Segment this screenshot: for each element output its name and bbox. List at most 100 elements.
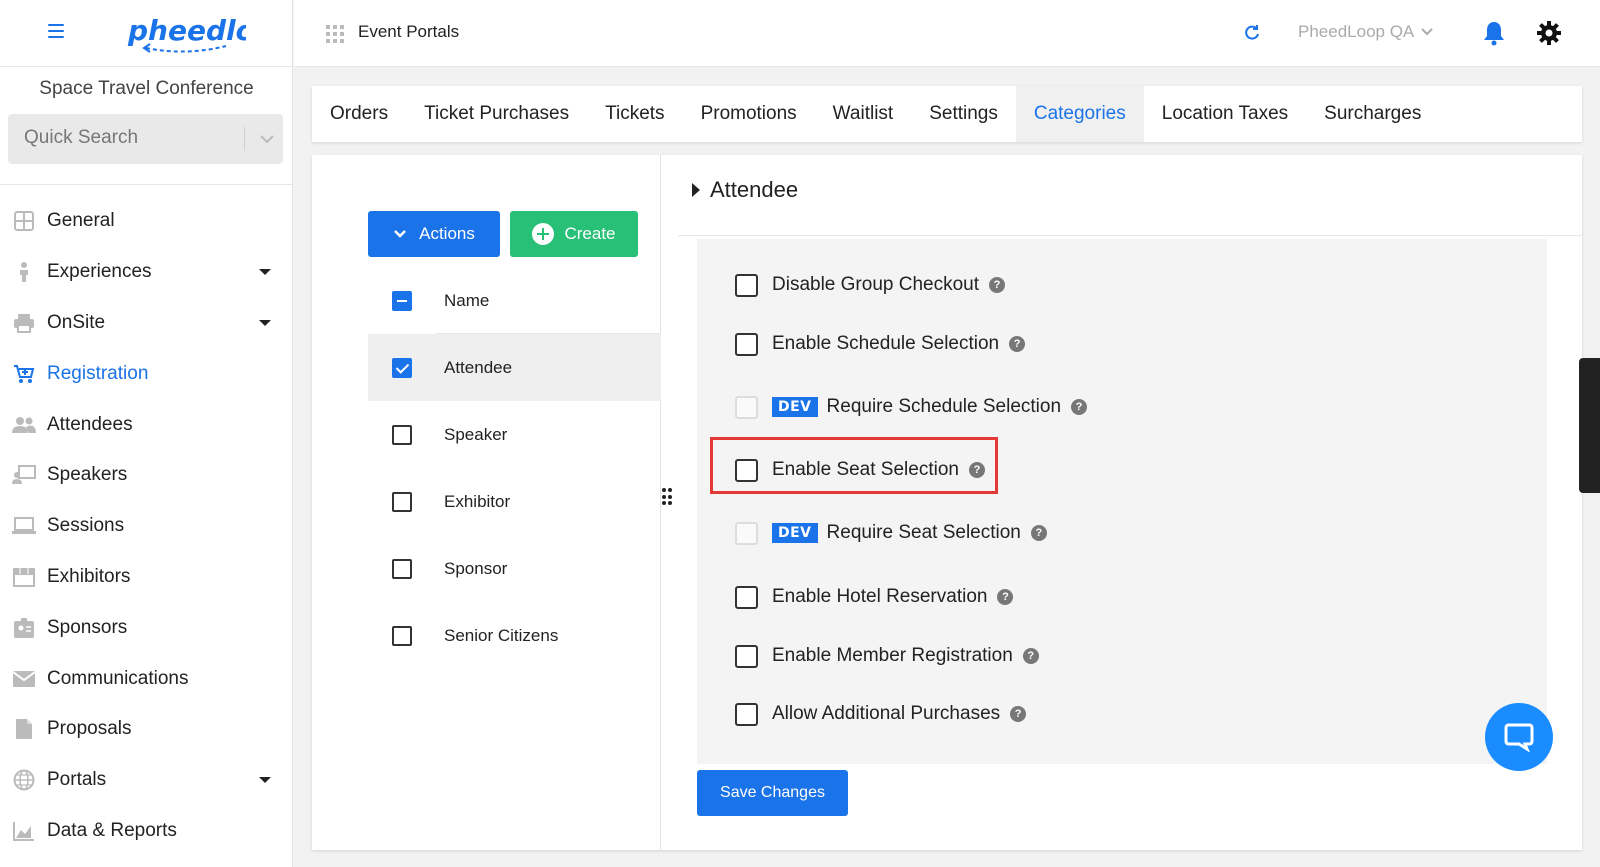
help-icon[interactable]: ? — [1009, 336, 1026, 352]
laptop-icon — [12, 514, 36, 538]
tab-orders[interactable]: Orders — [312, 86, 406, 142]
option-checkbox — [735, 521, 758, 545]
sidebar-item-label: Communications — [47, 667, 189, 689]
sidebar-item-onsite[interactable]: OnSite — [0, 298, 293, 349]
org-switcher[interactable]: PheedLoop QA — [1298, 22, 1434, 42]
document-icon — [12, 717, 36, 741]
create-button[interactable]: Create — [510, 211, 638, 257]
drag-handle-icon[interactable] — [662, 488, 676, 506]
option-enable-schedule-selection: Enable Schedule Selection ? — [735, 324, 1026, 364]
help-icon[interactable]: ? — [1030, 525, 1047, 541]
row-checkbox[interactable] — [392, 559, 412, 579]
sidebar-header: pheedloop — [0, 0, 292, 67]
sidebar-item-data-reports[interactable]: Data & Reports — [0, 806, 293, 857]
sidebar-item-speakers[interactable]: Speakers — [0, 450, 293, 501]
attendee-section-toggle[interactable]: Attendee — [692, 177, 798, 203]
feedback-side-tab[interactable] — [1579, 358, 1600, 493]
option-checkbox — [735, 395, 758, 419]
sidebar-item-registration[interactable]: Registration — [0, 348, 293, 399]
sidebar-item-communications[interactable]: Communications — [0, 653, 293, 704]
caret-right-icon — [692, 183, 700, 197]
gear-icon[interactable] — [1536, 20, 1562, 46]
plus-circle-icon — [532, 223, 555, 245]
quick-search-input[interactable]: Quick Search — [8, 114, 283, 164]
tab-settings[interactable]: Settings — [911, 86, 1016, 142]
caret-down-icon[interactable] — [259, 268, 271, 275]
caret-down-icon[interactable] — [259, 319, 271, 326]
sidebar-item-label: Data & Reports — [47, 819, 177, 841]
tab-promotions[interactable]: Promotions — [683, 86, 815, 142]
page-title: Event Portals — [358, 22, 460, 41]
actions-button[interactable]: Actions — [368, 211, 500, 257]
sidebar-item-label: Experiences — [47, 261, 152, 283]
sidebar-item-general[interactable]: General — [0, 196, 293, 247]
refresh-icon[interactable] — [1242, 23, 1262, 43]
caret-down-icon[interactable] — [259, 776, 271, 783]
svg-text:pheedloop: pheedloop — [127, 14, 246, 47]
help-icon[interactable]: ? — [1071, 399, 1088, 415]
chat-bubble-icon — [1504, 723, 1534, 752]
tab-tickets[interactable]: Tickets — [587, 86, 682, 142]
category-name: Attendee — [444, 357, 513, 377]
search-placeholder: Quick Search — [24, 127, 139, 148]
sidebar-nav: General Experiences OnSite Registration … — [0, 196, 293, 856]
select-all-checkbox[interactable] — [392, 291, 412, 311]
row-checkbox[interactable] — [392, 626, 412, 646]
option-label: Require Schedule Selection — [826, 396, 1062, 417]
chat-support-button[interactable] — [1485, 703, 1553, 771]
org-name: PheedLoop QA — [1298, 22, 1415, 41]
people-icon — [12, 413, 36, 437]
dev-badge: DEV — [772, 397, 818, 417]
help-icon[interactable]: ? — [997, 589, 1014, 605]
sidebar-item-sponsors[interactable]: Sponsors — [0, 602, 293, 653]
list-item[interactable]: Attendee — [368, 334, 661, 401]
sidebar-item-attendees[interactable]: Attendees — [0, 399, 293, 450]
option-checkbox[interactable] — [735, 644, 758, 668]
sidebar-item-exhibitors[interactable]: Exhibitors — [0, 552, 293, 603]
tab-waitlist[interactable]: Waitlist — [815, 86, 912, 142]
option-label: Enable Schedule Selection — [772, 333, 1000, 354]
tab-surcharges[interactable]: Surcharges — [1306, 86, 1439, 142]
chevron-down-icon[interactable] — [258, 127, 276, 151]
option-checkbox[interactable] — [735, 585, 758, 609]
option-checkbox[interactable] — [735, 702, 758, 726]
cart-icon — [12, 362, 36, 386]
sidebar-item-experiences[interactable]: Experiences — [0, 247, 293, 298]
sidebar-item-label: Attendees — [47, 413, 133, 435]
tab-ticket-purchases[interactable]: Ticket Purchases — [406, 86, 587, 142]
category-name: Senior Citizens — [444, 625, 559, 645]
globe-icon — [12, 768, 36, 792]
category-list: Name Attendee Speaker Exhibitor Sponsor … — [368, 267, 661, 669]
row-checkbox[interactable] — [392, 425, 412, 445]
help-icon[interactable]: ? — [989, 277, 1005, 293]
dev-badge: DEV — [772, 523, 818, 543]
bell-icon[interactable] — [1482, 20, 1506, 46]
row-checkbox[interactable] — [392, 358, 412, 378]
sidebar-item-sessions[interactable]: Sessions — [0, 501, 293, 552]
grid-icon — [12, 209, 36, 233]
save-changes-button[interactable]: Save Changes — [697, 770, 848, 816]
list-item[interactable]: Sponsor — [368, 535, 661, 602]
list-item[interactable]: Speaker — [368, 401, 661, 468]
sidebar-item-portals[interactable]: Portals — [0, 755, 293, 806]
menu-icon[interactable] — [48, 24, 64, 38]
topbar: Event Portals PheedLoop QA — [294, 0, 1600, 67]
printer-icon — [12, 311, 36, 335]
sidebar-item-label: Sponsors — [47, 616, 128, 638]
option-checkbox[interactable] — [735, 273, 758, 297]
list-item[interactable]: Senior Citizens — [368, 602, 661, 669]
tab-categories[interactable]: Categories — [1015, 86, 1144, 142]
option-checkbox[interactable] — [735, 332, 758, 356]
help-icon[interactable]: ? — [1022, 648, 1039, 664]
sidebar-item-label: Exhibitors — [47, 565, 131, 587]
row-checkbox[interactable] — [392, 492, 412, 512]
tab-location-taxes[interactable]: Location Taxes — [1144, 86, 1306, 142]
pheedloop-logo[interactable]: pheedloop — [126, 10, 246, 56]
sidebar-item-proposals[interactable]: Proposals — [0, 704, 293, 755]
help-icon[interactable]: ? — [1010, 706, 1027, 722]
badge-icon — [12, 616, 36, 640]
section-title: Attendee — [710, 177, 799, 202]
list-item[interactable]: Exhibitor — [368, 468, 661, 535]
apps-grid-icon[interactable] — [326, 25, 344, 43]
sidebar-item-label: Sessions — [47, 515, 125, 537]
